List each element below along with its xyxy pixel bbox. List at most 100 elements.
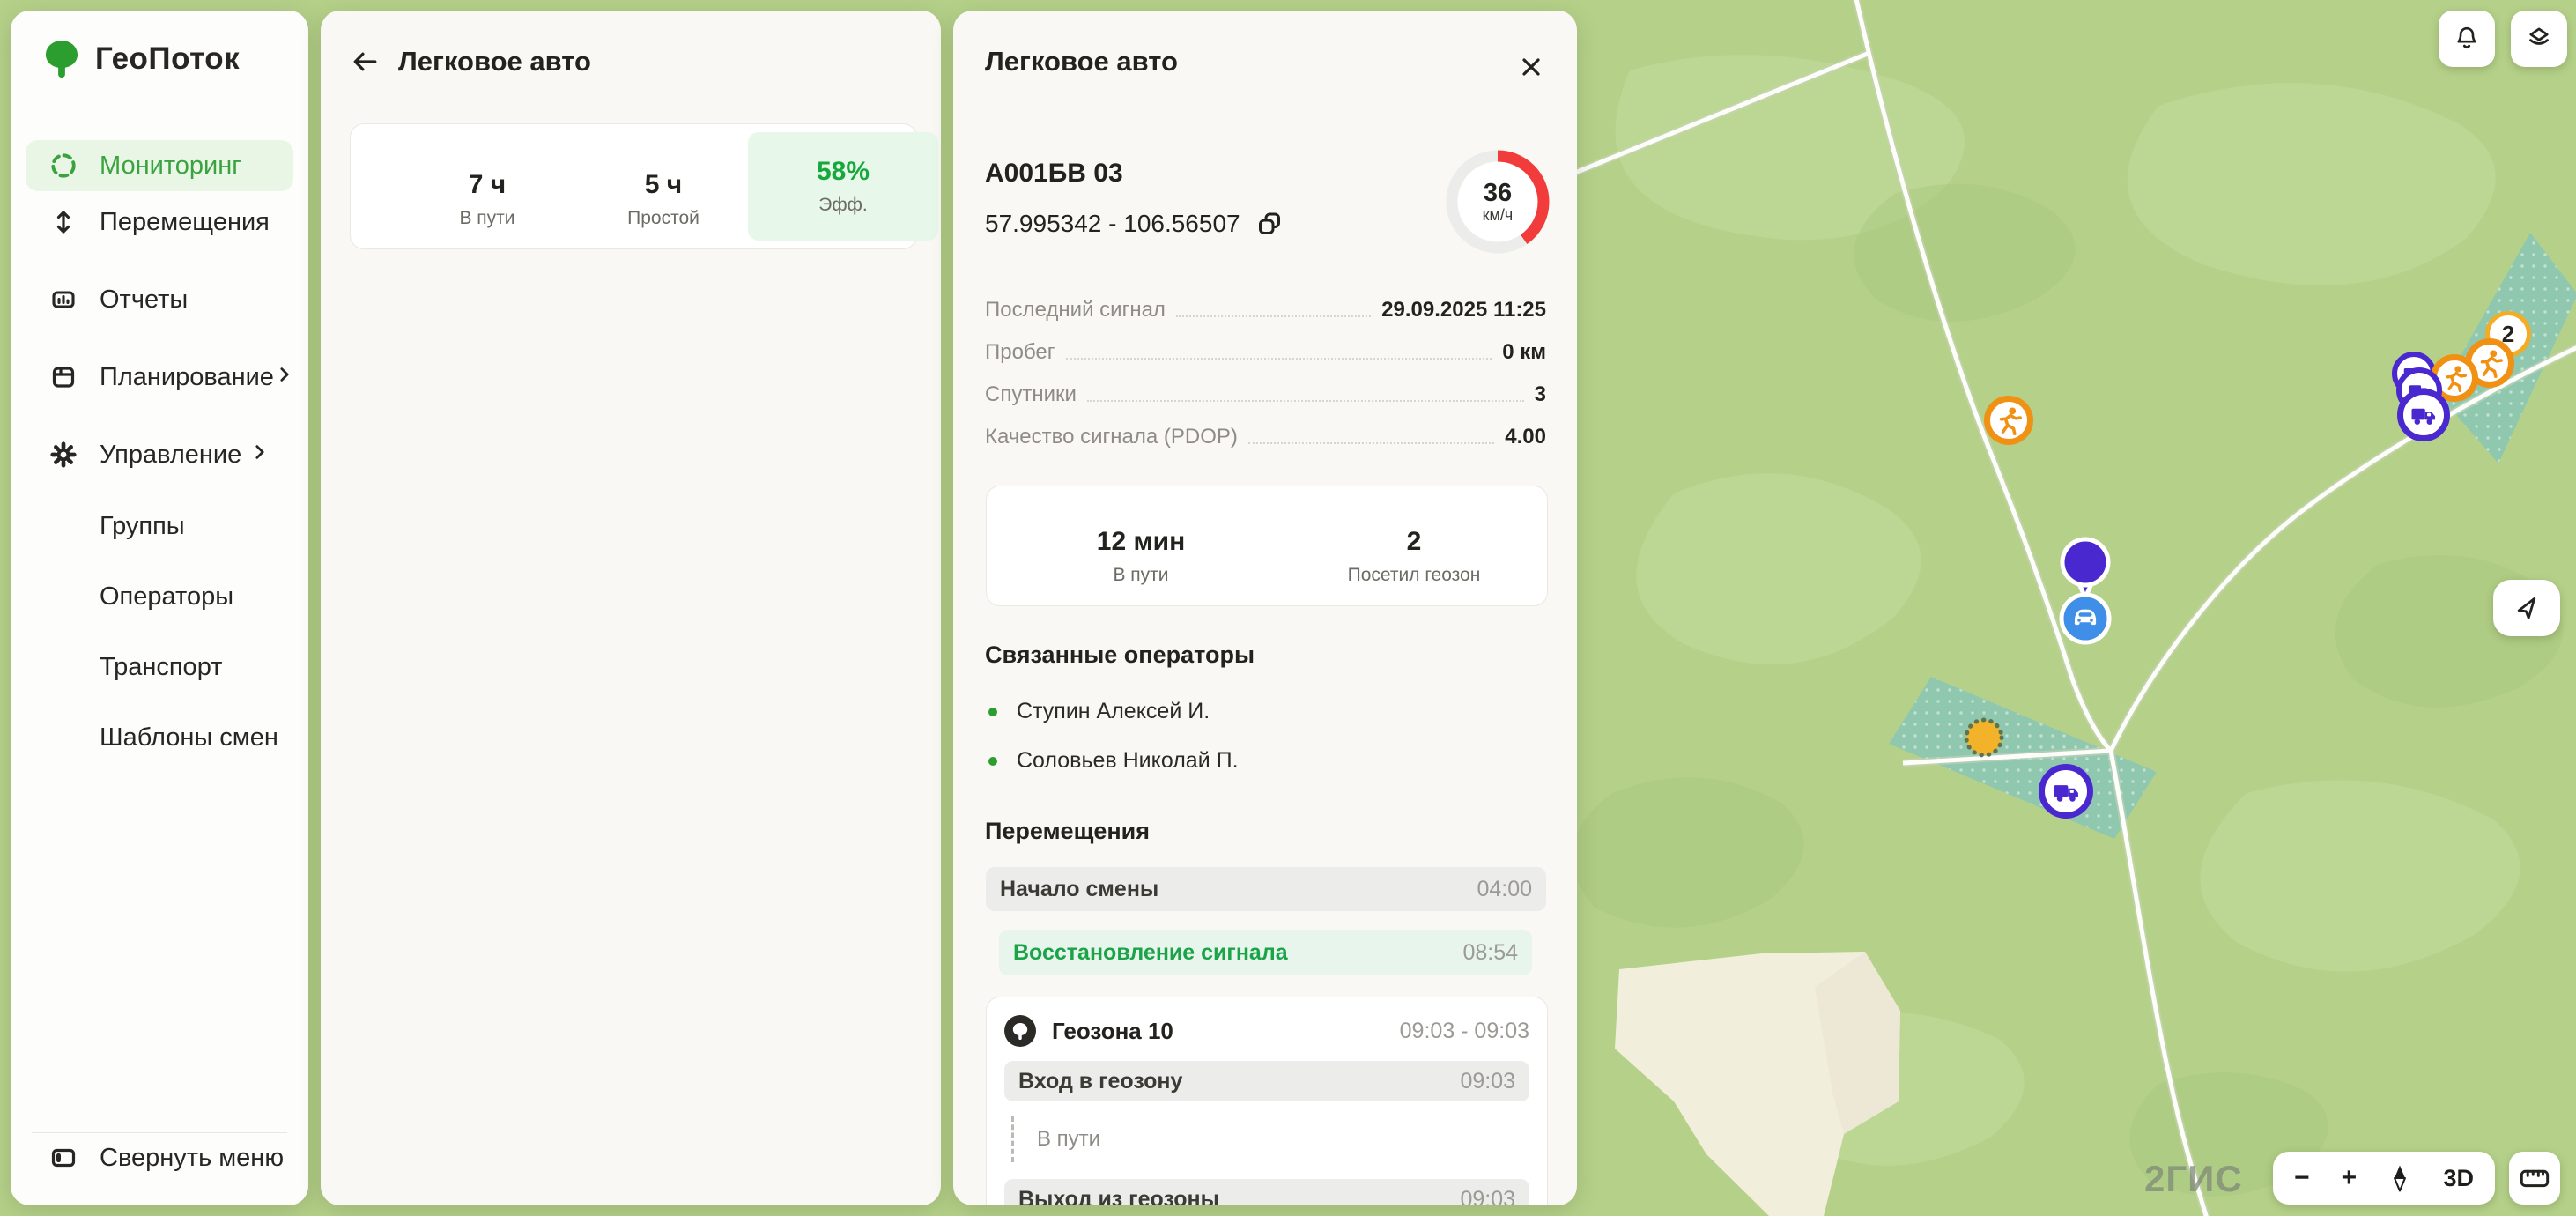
collapse-menu-label: Свернуть меню bbox=[100, 1144, 284, 1173]
geozone-name: Геозона 10 bbox=[1052, 1018, 1173, 1045]
vehicle-coordinates: 57.995342 - 106.56507 bbox=[985, 210, 1240, 238]
detail-row: Спутники 3 bbox=[985, 372, 1546, 414]
truck-icon bbox=[2408, 399, 2439, 431]
map-marker-truck[interactable] bbox=[2039, 764, 2093, 819]
up-down-arrows-icon bbox=[48, 207, 78, 237]
locate-me-button[interactable] bbox=[2493, 580, 2560, 636]
stat-label: Простой bbox=[580, 208, 747, 229]
sidebar-item-reports[interactable]: Отчеты bbox=[26, 274, 293, 325]
map-marker-truck[interactable] bbox=[2397, 389, 2450, 441]
detail-value: 3 bbox=[1535, 382, 1546, 414]
sidebar: ГеоПоток Мониторинг Перемещения Отчеты П bbox=[11, 11, 308, 1205]
stat-label: Посетил геозон bbox=[1308, 565, 1520, 586]
app-logo-text: ГеоПоток bbox=[95, 41, 240, 77]
vehicle-panel-title: Легковое авто bbox=[985, 46, 1178, 77]
event-label: Выход из геозоны bbox=[1018, 1187, 1219, 1206]
timeline-dashed-connector bbox=[1011, 1116, 1014, 1162]
sidebar-item-label: Планирование bbox=[100, 363, 274, 392]
map-provider-logo[interactable]: 2ГИС bbox=[2144, 1158, 2243, 1200]
event-time: 09:03 bbox=[1460, 1069, 1515, 1094]
operator-name: Ступин Алексей И. bbox=[1017, 699, 1210, 724]
sidebar-item-label: Мониторинг bbox=[100, 152, 241, 181]
event-label: Восстановление сигнала bbox=[1013, 940, 1288, 966]
geozone-time-range: 09:03 - 09:03 bbox=[1400, 1019, 1529, 1044]
runner-icon bbox=[2475, 348, 2505, 378]
operator-item[interactable]: Ступин Алексей И. bbox=[988, 699, 1210, 724]
map-marker-runner[interactable] bbox=[1984, 396, 2033, 445]
bar-chart-icon bbox=[48, 285, 78, 315]
operator-name: Соловьев Николай П. bbox=[1017, 748, 1239, 774]
sidebar-item-movements[interactable]: Перемещения bbox=[26, 196, 293, 248]
geozone-icon bbox=[1004, 1015, 1036, 1047]
zoom-in-button[interactable]: + bbox=[2342, 1163, 2358, 1193]
sidebar-item-management[interactable]: Управление bbox=[26, 429, 293, 480]
map-marker-selected-vehicle[interactable] bbox=[2054, 536, 2117, 647]
back-arrow-icon bbox=[351, 48, 379, 76]
mode-3d-button[interactable]: 3D bbox=[2443, 1165, 2474, 1192]
stat-value: 7 ч bbox=[403, 170, 571, 200]
sidebar-item-operators[interactable]: Операторы bbox=[26, 571, 308, 622]
selected-pin-icon bbox=[2062, 539, 2108, 585]
app-root: 2 bbox=[0, 0, 2576, 1216]
detail-row: Последний сигнал 29.09.2025 11:25 bbox=[985, 287, 1546, 330]
locate-arrow-icon bbox=[2509, 590, 2544, 626]
vehicle-panel: Легковое авто А001БВ 03 57.995342 - 106.… bbox=[953, 11, 1577, 1205]
event-time: 04:00 bbox=[1477, 877, 1532, 902]
sidebar-item-label: Перемещения bbox=[100, 208, 270, 237]
detail-label: Качество сигнала (PDOP) bbox=[985, 425, 1238, 456]
geozone-visit-card: Геозона 10 09:03 - 09:03 Вход в геозону … bbox=[986, 997, 1548, 1205]
stat-value: 5 ч bbox=[580, 170, 747, 200]
copy-button[interactable] bbox=[1256, 211, 1283, 237]
dotted-leader bbox=[1248, 442, 1494, 444]
layers-icon bbox=[2520, 20, 2557, 57]
speed-unit: км/ч bbox=[1483, 206, 1514, 225]
geozone-enter-row: Вход в геозону 09:03 bbox=[1004, 1061, 1529, 1101]
geozone-point-marker[interactable] bbox=[1966, 720, 2002, 755]
detail-value: 4.00 bbox=[1505, 425, 1546, 456]
collapse-menu-button[interactable]: Свернуть меню bbox=[26, 1132, 293, 1183]
vehicle-details: Последний сигнал 29.09.2025 11:25 Пробег… bbox=[985, 287, 1546, 456]
bell-icon bbox=[2448, 20, 2485, 57]
event-row-signal-restored: Восстановление сигнала 08:54 bbox=[999, 930, 1532, 975]
zoom-out-button[interactable]: − bbox=[2294, 1163, 2310, 1193]
sidebar-item-monitoring[interactable]: Мониторинг bbox=[26, 140, 293, 191]
sidebar-item-groups[interactable]: Группы bbox=[26, 500, 308, 552]
detail-label: Пробег bbox=[985, 340, 1055, 372]
stat-value: 12 мин bbox=[1035, 527, 1247, 557]
map-toolbar: − + 3D bbox=[2273, 1152, 2495, 1205]
sidebar-item-label: Транспорт bbox=[100, 653, 222, 682]
dotted-leader bbox=[1176, 315, 1371, 317]
event-label: Начало смены bbox=[1000, 877, 1158, 902]
close-panel-button[interactable] bbox=[1512, 48, 1551, 86]
operators-section-title: Связанные операторы bbox=[985, 641, 1255, 669]
sidebar-item-label: Отчеты bbox=[100, 285, 188, 315]
stat-label: Эфф. bbox=[748, 195, 938, 216]
speed-value: 36 bbox=[1484, 180, 1512, 206]
operator-item[interactable]: Соловьев Николай П. bbox=[988, 748, 1239, 774]
ruler-button[interactable] bbox=[2509, 1152, 2560, 1205]
event-row-shift-start: Начало смены 04:00 bbox=[986, 867, 1546, 911]
detail-value: 29.09.2025 11:25 bbox=[1381, 298, 1546, 330]
detail-label: Последний сигнал bbox=[985, 298, 1166, 330]
sidebar-item-transport[interactable]: Транспорт bbox=[26, 641, 308, 693]
geozone-transit: В пути bbox=[1011, 1114, 1529, 1165]
geopotok-logo-icon bbox=[42, 39, 81, 79]
back-button[interactable] bbox=[351, 48, 379, 76]
compass-button[interactable] bbox=[2388, 1163, 2411, 1193]
sidebar-item-planning[interactable]: Планирование bbox=[26, 352, 293, 403]
layers-button[interactable] bbox=[2511, 11, 2567, 67]
ruler-icon bbox=[2518, 1161, 2551, 1195]
notifications-button[interactable] bbox=[2439, 11, 2495, 67]
close-icon bbox=[1518, 54, 1544, 80]
chevron-right-icon bbox=[249, 441, 270, 470]
planning-icon bbox=[48, 362, 78, 392]
truck-icon bbox=[2050, 775, 2083, 808]
detail-row: Качество сигнала (PDOP) 4.00 bbox=[985, 414, 1546, 456]
group-panel: Легковое авто 7 ч В пути 5 ч Простой 58%… bbox=[321, 11, 941, 1205]
sidebar-item-shift-templates[interactable]: Шаблоны смен bbox=[26, 712, 308, 763]
app-logo[interactable]: ГеоПоток bbox=[42, 39, 240, 79]
efficiency-badge: 58% Эфф. bbox=[748, 132, 938, 241]
detail-label: Спутники bbox=[985, 382, 1077, 414]
geozone-exit-row: Выход из геозоны 09:03 bbox=[1004, 1179, 1529, 1205]
collapse-sidebar-icon bbox=[48, 1143, 78, 1173]
